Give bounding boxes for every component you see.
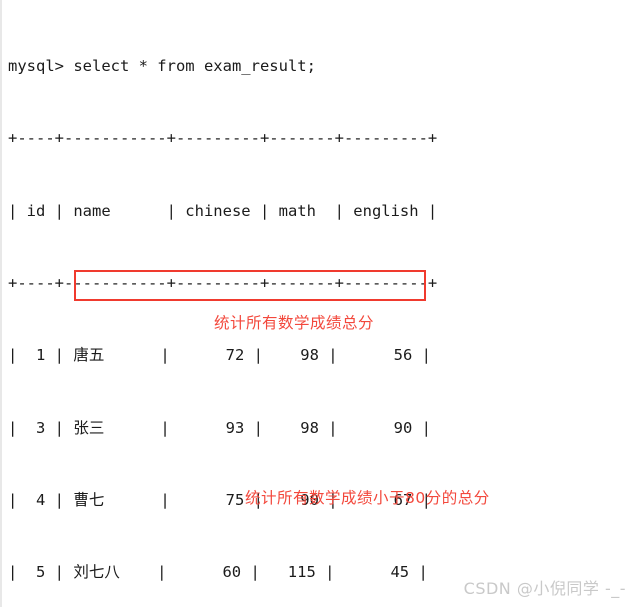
table-row: | 3 | 张三 | 93 | 98 | 90 | [8,418,431,437]
console-output: mysql> select * from exam_result; +----+… [8,6,634,607]
console-line-select-all-query: mysql> select * from exam_result; [8,57,316,76]
terminal-window: mysql> select * from exam_result; +----+… [0,0,634,607]
annotation-sum-less-than-80: 统计所有数学成绩小于80分的总分 [245,489,490,507]
console-line-table-top-border: +----+-----------+---------+-------+----… [8,129,438,148]
table-row: | 1 | 唐五 | 72 | 98 | 56 | [8,346,431,365]
console-line-table-header-border: +----+-----------+---------+-------+----… [8,274,438,293]
console-line-table-header: | id | name | chinese | math | english | [8,201,438,220]
watermark: CSDN @小倪同学 -_- [463,579,626,598]
annotation-sum-all: 统计所有数学成绩总分 [214,314,375,332]
